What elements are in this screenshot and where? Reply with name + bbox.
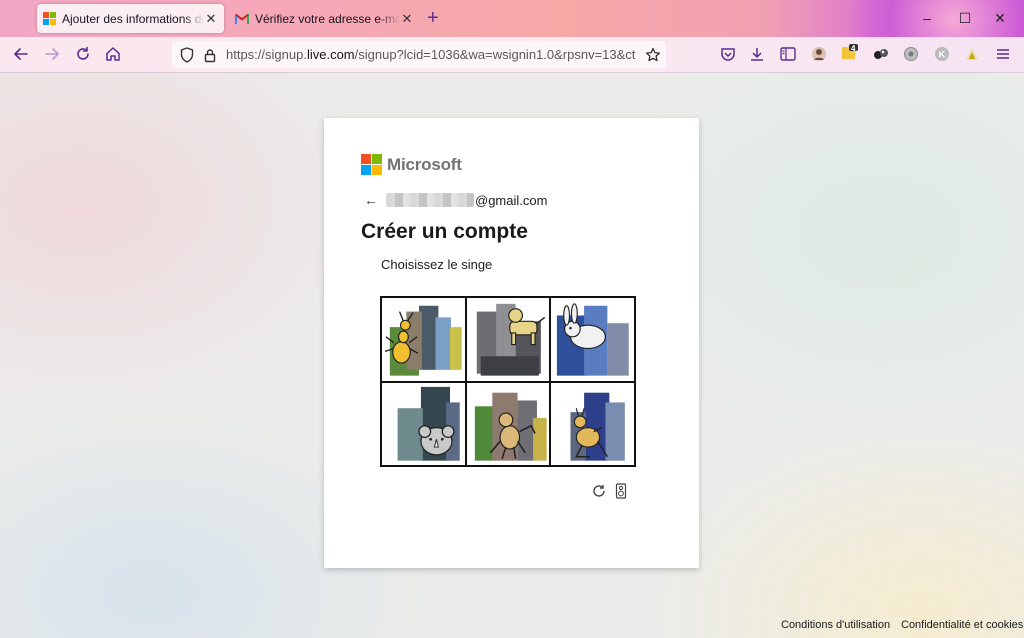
menu-hamburger-icon[interactable] [994, 45, 1012, 63]
forward-arrow-icon [45, 48, 59, 60]
navigation-toolbar: https://signup.live.com/signup?lcid=1036… [0, 37, 1024, 73]
captcha-tile-rhinoceros[interactable] [381, 381, 466, 466]
captcha-tile-ant[interactable] [381, 297, 466, 382]
shield-icon[interactable] [178, 46, 196, 64]
extension-badge-count: 4 [851, 44, 856, 53]
tab-verify-email[interactable]: Vérifiez votre adresse e-mail - Microsof… [229, 4, 420, 33]
back-arrow-icon [14, 48, 28, 60]
minimize-button[interactable]: – [912, 6, 942, 30]
lock-icon[interactable] [201, 46, 219, 64]
extension-k-icon[interactable]: K [933, 45, 951, 63]
close-window-button[interactable]: ✕ [985, 6, 1015, 30]
rabbit-tile-image [557, 303, 630, 376]
captcha-tile-monkey[interactable] [465, 381, 551, 466]
close-tab-icon[interactable]: ✕ [400, 11, 414, 27]
audio-captcha-icon[interactable] [613, 483, 629, 499]
signup-card: Microsoft ← @gmail.com Créer un compte C… [324, 118, 699, 568]
microsoft-logo-icon [43, 12, 56, 25]
reader-sidebar-icon[interactable] [779, 45, 797, 63]
close-tab-icon[interactable]: ✕ [204, 11, 218, 27]
url-bar[interactable]: https://signup.live.com/signup?lcid=1036… [172, 41, 666, 68]
extension-badge-icon[interactable]: 4 [841, 43, 859, 61]
gmail-icon [235, 13, 249, 24]
url-text[interactable]: https://signup.live.com/signup?lcid=1036… [226, 47, 636, 62]
new-tab-button[interactable]: + [427, 7, 439, 29]
rhinoceros-tile-image [397, 386, 460, 461]
back-arrow-icon[interactable]: ← [364, 192, 378, 208]
reload-icon [77, 46, 89, 60]
bookmark-star-icon[interactable] [644, 46, 662, 64]
reload-button[interactable] [70, 41, 96, 67]
captcha-instruction: Choisissez le singe [381, 257, 493, 272]
tab-label: Ajouter des informations de sécurité [62, 11, 204, 26]
back-button[interactable] [8, 41, 34, 67]
page-content: Microsoft ← @gmail.com Créer un compte C… [0, 73, 1024, 638]
maximize-button[interactable]: ☐ [950, 6, 980, 30]
identity-banner: ← @gmail.com [364, 192, 547, 208]
microsoft-logo: Microsoft [361, 154, 462, 175]
refresh-captcha-icon[interactable] [591, 483, 607, 499]
extension-triangle-icon[interactable] [963, 45, 981, 63]
monkey-tile-image [474, 392, 547, 461]
tab-security-info[interactable]: Ajouter des informations de sécurité ✕ [37, 4, 224, 33]
redacted-email-username [386, 193, 474, 207]
captcha-tile-kangaroo[interactable] [550, 381, 635, 466]
svg-text:K: K [939, 50, 946, 60]
captcha-tile-dog[interactable] [465, 297, 551, 382]
home-button[interactable] [100, 41, 126, 67]
extension-profile-icon[interactable] [810, 45, 828, 63]
tab-label: Vérifiez votre adresse e-mail - Microsof… [255, 11, 400, 26]
home-icon [106, 47, 120, 61]
pocket-icon[interactable] [719, 45, 737, 63]
brand-name: Microsoft [387, 154, 462, 174]
privacy-link[interactable]: Confidentialité et cookies [901, 619, 1023, 631]
page-title: Créer un compte [361, 220, 528, 243]
title-bar: Ajouter des informations de sécurité ✕ V… [0, 0, 1024, 37]
ant-tile-image [384, 305, 462, 376]
email-domain: @gmail.com [475, 192, 548, 208]
captcha-tile-rabbit[interactable] [550, 297, 635, 382]
captcha-grid [380, 296, 636, 467]
forward-button[interactable] [39, 41, 65, 67]
terms-link[interactable]: Conditions d'utilisation [781, 619, 890, 631]
extension-gear-icon[interactable] [902, 45, 920, 63]
downloads-icon[interactable] [748, 45, 766, 63]
microsoft-logo-icon [361, 154, 382, 175]
extension-dots-icon[interactable] [872, 45, 890, 63]
kangaroo-tile-image [570, 392, 626, 461]
dog-tile-image [476, 303, 545, 376]
